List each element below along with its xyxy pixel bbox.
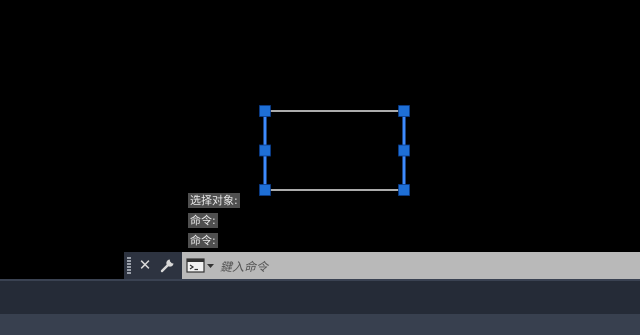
status-bar xyxy=(0,314,640,335)
grip-top-right[interactable] xyxy=(398,105,410,117)
grip-bottom-left[interactable] xyxy=(259,184,271,196)
close-icon[interactable]: ✕ xyxy=(137,256,153,274)
command-input[interactable] xyxy=(218,256,622,277)
grip-mid-right[interactable] xyxy=(398,144,410,157)
terminal-prompt-icon[interactable] xyxy=(186,257,216,274)
selected-rectangle[interactable] xyxy=(0,0,640,252)
grip-top-left[interactable] xyxy=(259,105,271,117)
history-line: 选择对象: xyxy=(188,193,240,208)
drawing-canvas[interactable]: 选择对象: 命令: 命令: xyxy=(0,0,640,252)
history-line: 命令: xyxy=(188,213,218,228)
command-history: 选择对象: 命令: 命令: xyxy=(188,193,240,253)
command-line-controls: ✕ xyxy=(124,252,182,279)
command-input-area xyxy=(182,252,640,279)
drag-handle-icon[interactable] xyxy=(127,257,131,274)
layout-tabs-bar xyxy=(0,279,640,314)
history-line: 命令: xyxy=(188,233,218,248)
command-line-bar: ✕ xyxy=(124,252,640,279)
grip-bottom-right[interactable] xyxy=(398,184,410,196)
grip-mid-left[interactable] xyxy=(259,144,271,157)
wrench-icon[interactable] xyxy=(159,256,177,274)
